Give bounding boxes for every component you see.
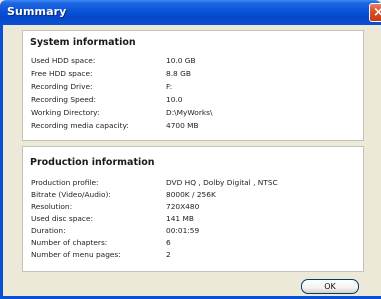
info-row: Used HDD space: 10.0 GB: [23, 55, 363, 67]
ok-button[interactable]: OK: [301, 279, 359, 294]
free-hdd-space-label: Free HDD space:: [31, 69, 93, 78]
window-frame-left: [0, 25, 3, 299]
used-disc-space-label: Used disc space:: [31, 214, 94, 223]
recording-speed-value: 10.0: [166, 95, 183, 104]
window-title: Summary: [7, 5, 67, 18]
system-information-heading: System information: [30, 37, 136, 48]
info-row: Working Directory: D:\MyWorks\: [23, 107, 363, 119]
info-row: Number of chapters: 6: [23, 237, 363, 249]
info-row: Recording Drive: F:: [23, 81, 363, 93]
close-icon: ×: [373, 5, 381, 20]
working-directory-label: Working Directory:: [31, 108, 100, 117]
number-of-chapters-label: Number of chapters:: [31, 238, 108, 247]
working-directory-value: D:\MyWorks\: [166, 108, 213, 117]
number-of-chapters-value: 6: [166, 238, 171, 247]
production-profile-value: DVD HQ , Dolby Digital , NTSC: [166, 178, 278, 187]
info-row: Production profile: DVD HQ , Dolby Digit…: [23, 177, 363, 189]
recording-drive-label: Recording Drive:: [31, 82, 93, 91]
recording-media-capacity-value: 4700 MB: [166, 121, 199, 130]
close-button[interactable]: ×: [369, 3, 381, 22]
recording-drive-value: F:: [166, 82, 173, 91]
resolution-value: 720X480: [166, 202, 200, 211]
used-hdd-space-label: Used HDD space:: [31, 56, 96, 65]
summary-window: Summary × System information Used HDD sp…: [0, 0, 381, 299]
info-row: Used disc space: 141 MB: [23, 213, 363, 225]
number-of-menu-pages-value: 2: [166, 250, 171, 259]
duration-label: Duration:: [31, 226, 66, 235]
production-information-panel: Production information Production profil…: [22, 146, 364, 272]
info-row: Free HDD space: 8.8 GB: [23, 68, 363, 80]
system-information-panel: System information Used HDD space: 10.0 …: [22, 30, 364, 141]
info-row: Resolution: 720X480: [23, 201, 363, 213]
used-disc-space-value: 141 MB: [166, 214, 194, 223]
info-row: Duration: 00:01:59: [23, 225, 363, 237]
info-row: Recording media capacity: 4700 MB: [23, 120, 363, 132]
bitrate-label: Bitrate (Video/Audio):: [31, 190, 111, 199]
free-hdd-space-value: 8.8 GB: [166, 69, 191, 78]
number-of-menu-pages-label: Number of menu pages:: [31, 250, 121, 259]
info-row: Bitrate (Video/Audio): 8000K / 256K: [23, 189, 363, 201]
bitrate-value: 8000K / 256K: [166, 190, 216, 199]
used-hdd-space-value: 10.0 GB: [166, 56, 196, 65]
recording-speed-label: Recording Speed:: [31, 95, 96, 104]
production-information-heading: Production information: [30, 157, 155, 168]
production-profile-label: Production profile:: [31, 178, 99, 187]
resolution-label: Resolution:: [31, 202, 73, 211]
info-row: Recording Speed: 10.0: [23, 94, 363, 106]
info-row: Number of menu pages: 2: [23, 249, 363, 261]
title-bar[interactable]: Summary ×: [0, 0, 381, 25]
duration-value: 00:01:59: [166, 226, 200, 235]
recording-media-capacity-label: Recording media capacity:: [31, 121, 129, 130]
